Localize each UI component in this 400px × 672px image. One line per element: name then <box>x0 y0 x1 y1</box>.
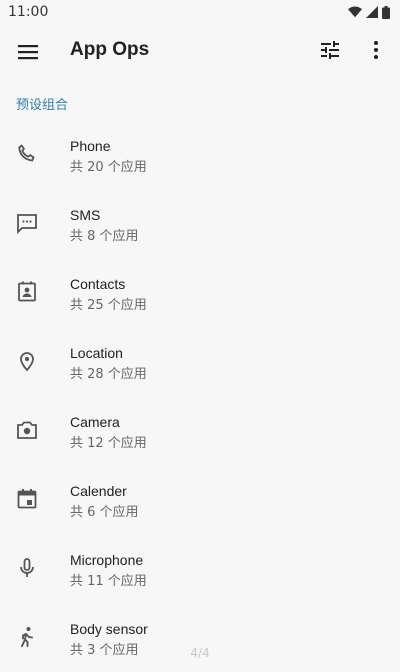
calendar-icon <box>15 487 39 511</box>
list-item-camera[interactable]: Camera 共 12 个应用 <box>0 396 400 465</box>
page-indicator: 4/4 <box>190 646 210 660</box>
more-vert-icon[interactable] <box>364 38 388 62</box>
sms-icon <box>15 211 39 235</box>
list-item-body-sensor[interactable]: Body sensor 共 3 个应用 <box>0 603 400 672</box>
list-item-sms[interactable]: SMS 共 8 个应用 <box>0 189 400 258</box>
list-item-label: SMS <box>70 207 101 223</box>
list-item-count: 共 25 个应用 <box>70 298 147 313</box>
list-item-label: Microphone <box>70 552 144 568</box>
location-icon <box>15 349 39 373</box>
list-item-label: Camera <box>70 414 120 430</box>
app-toolbar: App Ops <box>0 24 400 80</box>
list-item-count: 共 28 个应用 <box>70 367 147 382</box>
menu-icon[interactable] <box>16 40 40 64</box>
app-ops-list: Phone 共 20 个应用 SMS 共 8 个应用 Contacts 共 25… <box>0 120 400 672</box>
list-item-label: Phone <box>70 138 111 154</box>
page-title: App Ops <box>70 39 150 60</box>
phone-icon <box>15 142 39 166</box>
list-item-location[interactable]: Location 共 28 个应用 <box>0 327 400 396</box>
status-time: 11:00 <box>8 4 49 20</box>
list-item-calendar[interactable]: Calender 共 6 个应用 <box>0 465 400 534</box>
list-item-contacts[interactable]: Contacts 共 25 个应用 <box>0 258 400 327</box>
status-icons <box>348 5 390 19</box>
camera-icon <box>15 418 39 442</box>
list-item-count: 共 20 个应用 <box>70 160 147 175</box>
signal-icon <box>366 6 378 18</box>
list-item-phone[interactable]: Phone 共 20 个应用 <box>0 120 400 189</box>
section-header: 预设组合 <box>16 98 69 113</box>
status-bar: 11:00 <box>0 0 400 24</box>
list-item-label: Body sensor <box>70 621 148 637</box>
list-item-count: 共 11 个应用 <box>70 574 147 589</box>
list-item-label: Calender <box>70 483 127 499</box>
microphone-icon <box>15 556 39 580</box>
list-item-microphone[interactable]: Microphone 共 11 个应用 <box>0 534 400 603</box>
tune-icon[interactable] <box>318 38 342 62</box>
wifi-icon <box>348 6 362 18</box>
battery-icon <box>382 5 390 19</box>
contacts-icon <box>15 280 39 304</box>
list-item-count: 共 8 个应用 <box>70 229 139 244</box>
list-item-label: Contacts <box>70 276 126 292</box>
list-item-count: 共 12 个应用 <box>70 436 147 451</box>
list-item-label: Location <box>70 345 123 361</box>
list-item-count: 共 6 个应用 <box>70 505 139 520</box>
